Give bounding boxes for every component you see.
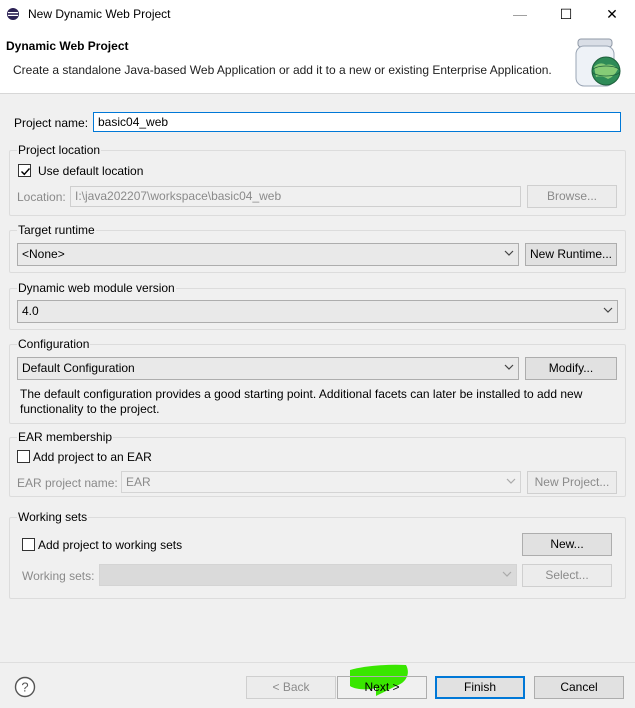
chevron-down-icon (506, 478, 516, 484)
configuration-description-line2: functionality to the project. (20, 402, 160, 416)
new-runtime-button[interactable]: New Runtime... (525, 243, 617, 266)
help-glyph: ? (21, 680, 28, 695)
ear-project-name-label: EAR project name: (17, 476, 118, 490)
location-label: Location: (17, 190, 66, 204)
module-version-select[interactable]: 4.0 (17, 300, 618, 323)
use-default-location-label: Use default location (38, 164, 144, 178)
page-title: Dynamic Web Project (6, 39, 129, 53)
maximize-icon: ☐ (559, 5, 573, 22)
project-location-title: Project location (17, 143, 102, 157)
configuration-select[interactable]: Default Configuration (17, 357, 519, 380)
target-runtime-select[interactable]: <None> (17, 243, 519, 266)
close-icon: ✕ (606, 5, 618, 22)
new-project-button[interactable]: New Project... (527, 471, 617, 494)
next-button[interactable]: Next > (337, 676, 427, 699)
minimize-icon: — (513, 6, 527, 22)
add-to-ear-label: Add project to an EAR (33, 450, 152, 464)
configuration-description-line1: The default configuration provides a goo… (20, 387, 583, 401)
page-description: Create a standalone Java-based Web Appli… (13, 63, 552, 77)
browse-button[interactable]: Browse... (527, 185, 617, 208)
ear-project-name-select[interactable]: EAR (121, 471, 521, 493)
configuration-title: Configuration (17, 337, 91, 351)
add-to-working-sets-label: Add project to working sets (38, 538, 183, 552)
back-button[interactable]: < Back (246, 676, 336, 699)
close-button[interactable]: ✕ (589, 0, 635, 28)
module-version-value: 4.0 (22, 304, 39, 318)
modify-button[interactable]: Modify... (525, 357, 617, 380)
working-sets-select[interactable] (99, 564, 517, 586)
target-runtime-title: Target runtime (17, 223, 96, 237)
chevron-down-icon (504, 250, 514, 256)
use-default-location-checkbox[interactable] (18, 164, 31, 177)
ear-membership-title: EAR membership (17, 430, 114, 444)
project-name-input[interactable]: basic04_web (93, 112, 621, 132)
chevron-down-icon (502, 571, 512, 577)
project-name-label: Project name: (14, 116, 89, 130)
help-icon[interactable]: ? (14, 676, 36, 698)
web-project-jar-globe-icon (575, 38, 621, 87)
target-runtime-value: <None> (22, 247, 65, 261)
location-input[interactable]: I:\java202207\workspace\basic04_web (70, 186, 521, 207)
select-working-sets-button[interactable]: Select... (522, 564, 612, 587)
working-sets-label: Working sets: (22, 569, 95, 583)
ear-project-name-value: EAR (126, 475, 151, 489)
maximize-button[interactable]: ☐ (543, 0, 589, 28)
checkmark-icon (21, 168, 31, 176)
add-to-working-sets-checkbox[interactable] (22, 538, 35, 551)
configuration-value: Default Configuration (22, 361, 135, 375)
window-titlebar: New Dynamic Web Project — ☐ ✕ (0, 0, 635, 28)
new-working-set-button[interactable]: New... (522, 533, 612, 556)
cancel-button[interactable]: Cancel (534, 676, 624, 699)
eclipse-app-icon (7, 8, 19, 20)
chevron-down-icon (504, 364, 514, 370)
working-sets-title: Working sets (17, 510, 89, 524)
window-title: New Dynamic Web Project (28, 7, 171, 21)
minimize-button[interactable]: — (497, 0, 543, 28)
add-to-ear-checkbox[interactable] (17, 450, 30, 463)
wizard-banner: Dynamic Web Project Create a standalone … (0, 28, 635, 94)
finish-button[interactable]: Finish (435, 676, 525, 699)
chevron-down-icon (603, 307, 613, 313)
module-version-title: Dynamic web module version (17, 281, 176, 295)
